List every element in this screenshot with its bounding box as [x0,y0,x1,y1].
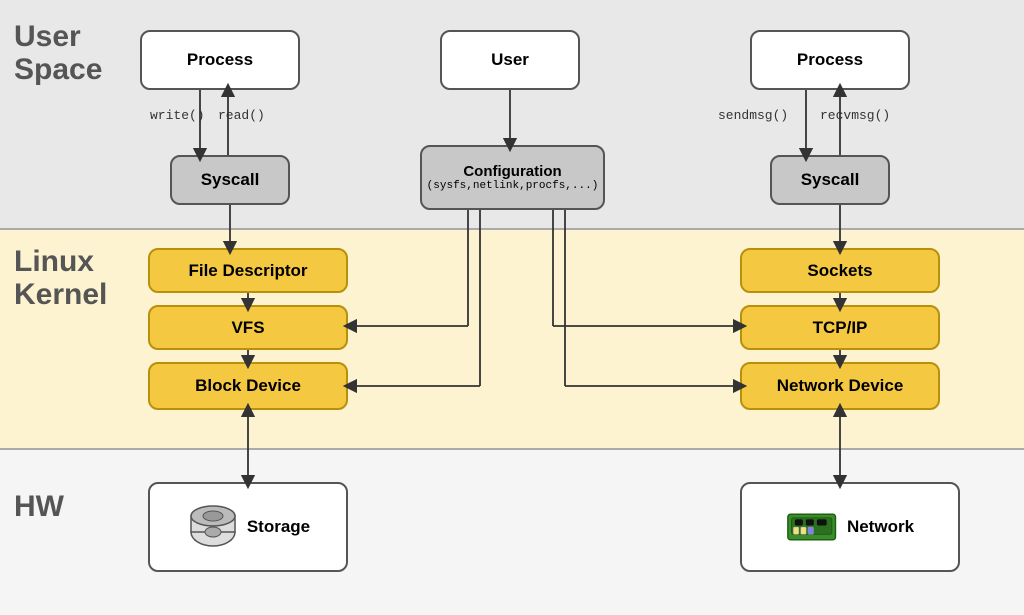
network-icon [786,505,841,549]
hw-label: HW [14,490,64,524]
vfs-box: VFS [148,305,348,350]
syscall-left-box: Syscall [170,155,290,205]
tcp-ip-box: TCP/IP [740,305,940,350]
diagram-container: User Space Linux Kernel HW Process Proce… [0,0,1024,615]
file-descriptor-box: File Descriptor [148,248,348,293]
block-device-box: Block Device [148,362,348,410]
process-left-box: Process [140,30,300,90]
write-label: write() [150,108,205,123]
user-space-label: User Space [14,20,64,86]
read-label: read() [218,108,265,123]
user-center-box: User [440,30,580,90]
storage-box: Storage [148,482,348,572]
network-box: Network [740,482,960,572]
process-right-box: Process [750,30,910,90]
storage-icon [186,502,241,552]
network-device-box: Network Device [740,362,940,410]
sockets-box: Sockets [740,248,940,293]
configuration-box: Configuration (sysfs,netlink,procfs,...) [420,145,605,210]
sendmsg-label: sendmsg() [718,108,788,123]
linux-kernel-label: Linux Kernel [14,245,64,311]
syscall-right-box: Syscall [770,155,890,205]
recvmsg-label: recvmsg() [820,108,890,123]
